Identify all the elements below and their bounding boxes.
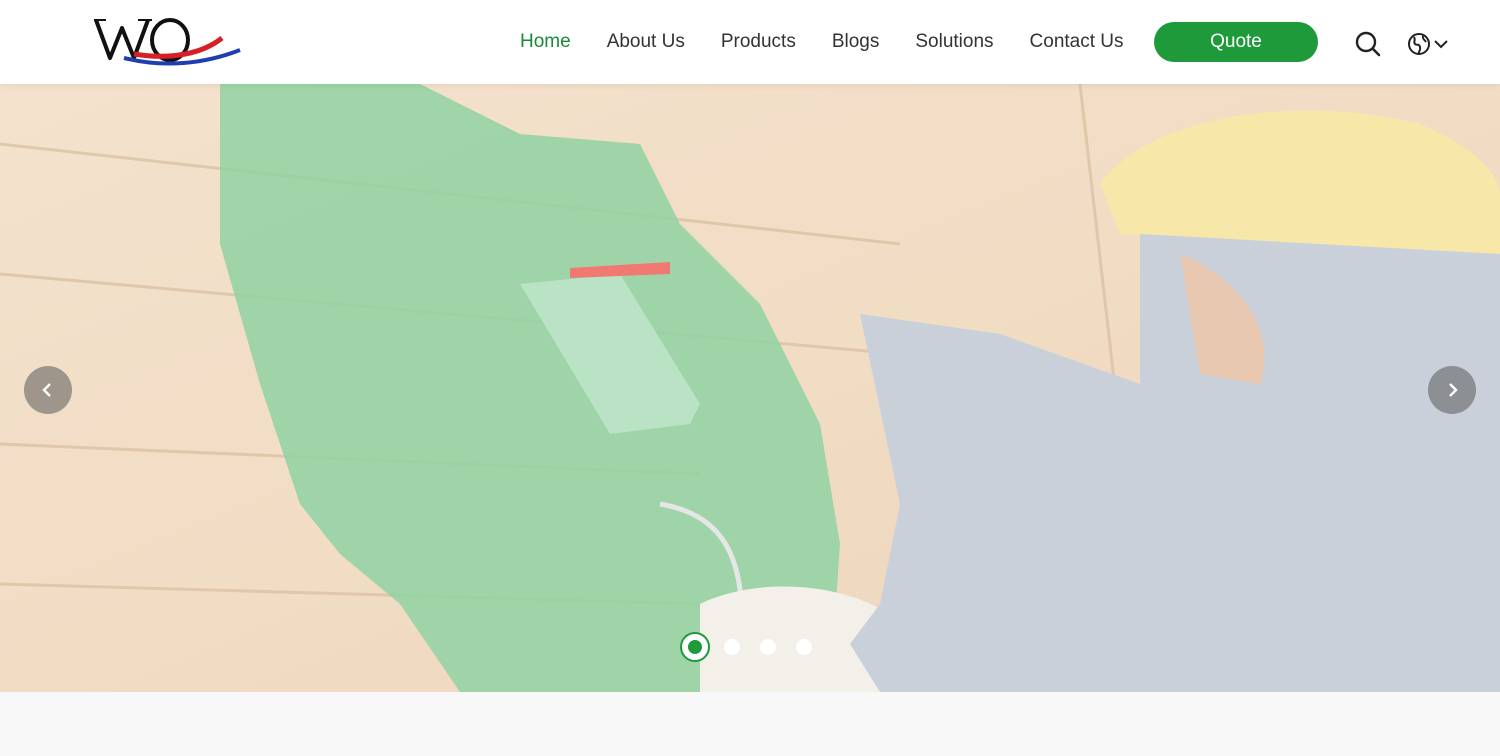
language-selector[interactable] [1406, 30, 1452, 58]
nav-about-us[interactable]: About Us [589, 0, 703, 84]
slide-pagination [680, 632, 832, 662]
chevron-down-icon [1434, 40, 1448, 49]
nav-solutions[interactable]: Solutions [897, 0, 1011, 84]
nav-home[interactable]: Home [502, 0, 589, 84]
nav-products[interactable]: Products [703, 0, 814, 84]
hero-image [0, 84, 1500, 692]
hero-carousel [0, 84, 1500, 692]
slide-dot-2[interactable] [724, 639, 740, 655]
slide-dot-3[interactable] [760, 639, 776, 655]
next-slide-button[interactable] [1428, 366, 1476, 414]
search-icon [1355, 31, 1381, 57]
search-button[interactable] [1354, 30, 1382, 58]
site-header: Home About Us Products Blogs Solutions C… [0, 0, 1500, 84]
previous-slide-button[interactable] [24, 366, 72, 414]
slide-dot-1[interactable] [680, 632, 710, 662]
globe-icon [1408, 33, 1430, 55]
site-logo[interactable] [94, 14, 242, 72]
quote-button[interactable]: Quote [1154, 22, 1318, 62]
content-section [0, 692, 1500, 756]
nav-contact-us[interactable]: Contact Us [1012, 0, 1142, 84]
nav-blogs[interactable]: Blogs [814, 0, 898, 84]
chevron-right-icon [1449, 383, 1458, 397]
chevron-left-icon [42, 383, 51, 397]
main-nav: Home About Us Products Blogs Solutions C… [502, 0, 1142, 84]
slide-dot-4[interactable] [796, 639, 812, 655]
